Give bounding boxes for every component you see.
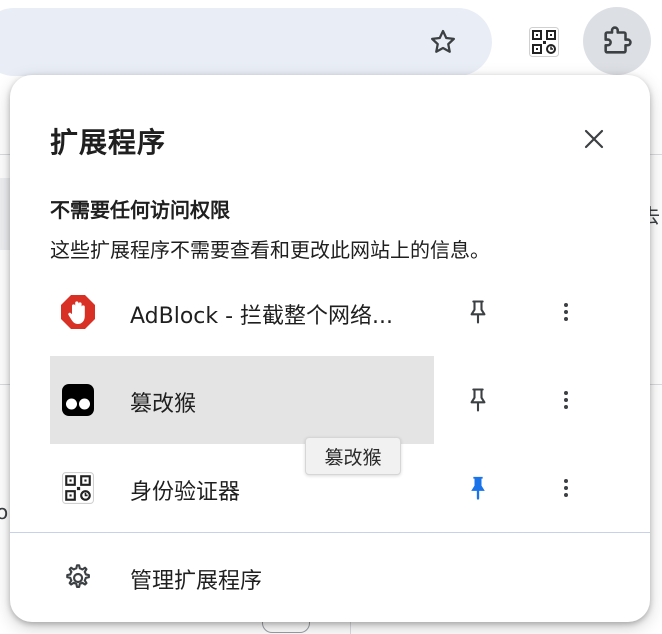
more-vert-icon xyxy=(564,479,568,497)
background-text-fragment: o xyxy=(0,500,9,524)
qr-code-icon xyxy=(60,470,96,506)
address-bar[interactable] xyxy=(0,8,492,76)
pin-button[interactable] xyxy=(458,380,498,420)
manage-extensions-item[interactable]: 管理扩展程序 xyxy=(10,533,650,622)
manage-extensions-label: 管理扩展程序 xyxy=(130,569,263,594)
star-icon xyxy=(431,29,455,53)
bookmark-star-button[interactable] xyxy=(423,22,463,62)
authenticator-toolbar-button[interactable] xyxy=(524,22,564,62)
extension-row-tampermonkey[interactable]: 篡改猴 xyxy=(10,356,650,444)
popup-title: 扩展程序 xyxy=(50,126,167,159)
more-options-button[interactable] xyxy=(546,292,586,332)
puzzle-icon xyxy=(604,26,632,54)
tampermonkey-icon xyxy=(60,382,96,418)
close-button[interactable] xyxy=(576,121,612,157)
more-options-button[interactable] xyxy=(546,468,586,508)
more-options-button[interactable] xyxy=(546,380,586,420)
pin-outline-icon xyxy=(470,300,486,324)
section-heading: 不需要任何访问权限 xyxy=(50,198,230,222)
section-description: 这些扩展程序不需要查看和更改此网站上的信息。 xyxy=(50,238,490,262)
close-icon xyxy=(584,129,604,149)
more-vert-icon xyxy=(564,391,568,409)
adblock-hand-icon xyxy=(60,294,96,330)
pin-button[interactable] xyxy=(458,468,498,508)
extension-name: AdBlock - 拦截整个网络... xyxy=(130,304,394,329)
extensions-popup: 扩展程序 不需要任何访问权限 这些扩展程序不需要查看和更改此网站上的信息。 Ad… xyxy=(10,75,650,622)
row-hover-highlight xyxy=(50,356,434,444)
extension-row-adblock[interactable]: AdBlock - 拦截整个网络... xyxy=(10,268,650,356)
tooltip: 篡改猴 xyxy=(305,437,401,475)
pin-button[interactable] xyxy=(458,292,498,332)
extension-name: 身份验证器 xyxy=(130,480,241,505)
pin-filled-icon xyxy=(471,476,485,500)
qr-code-icon xyxy=(529,27,559,57)
more-vert-icon xyxy=(564,303,568,321)
pin-outline-icon xyxy=(470,388,486,412)
extensions-menu-button[interactable] xyxy=(583,7,651,75)
gear-icon xyxy=(60,561,94,595)
extension-name: 篡改猴 xyxy=(130,392,197,417)
